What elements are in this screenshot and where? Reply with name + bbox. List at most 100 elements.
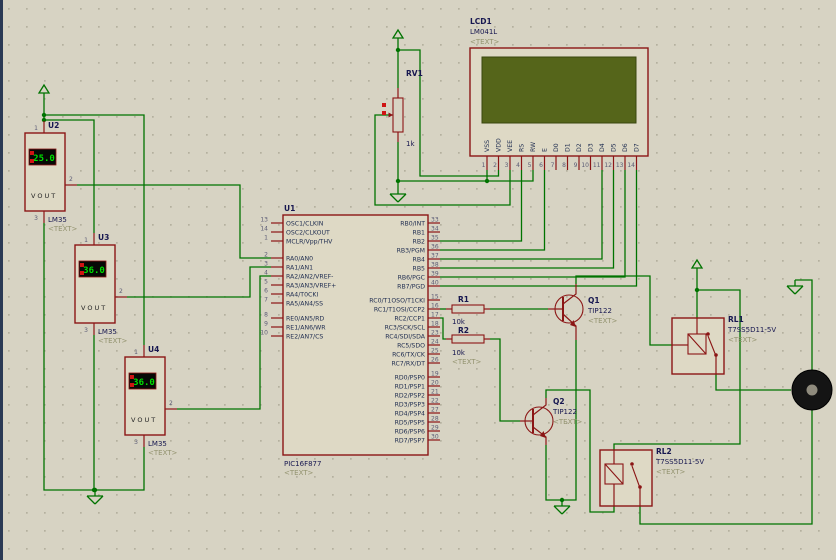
pin-number: 9: [264, 321, 268, 328]
pin-name: VDD: [496, 138, 503, 152]
part-text-placeholder: <TEXT>: [98, 337, 128, 345]
pin-number: 5: [264, 279, 268, 286]
schematic-canvas[interactable]: 25.0 VOUT U2 LM35 <TEXT> 1 2 3 36.0 VOUT…: [0, 0, 836, 560]
part-text-placeholder: <TEXT>: [452, 358, 482, 366]
pin-name: RC1/T1OSI/CCP2: [374, 306, 425, 313]
pin-name: RB4: [413, 256, 426, 263]
part-text-placeholder: <TEXT>: [728, 336, 758, 344]
part-reference: R1: [458, 295, 469, 304]
decrease-button[interactable]: [80, 271, 84, 275]
pin-name: RD6/PSP6: [395, 428, 425, 435]
pin-name: RD5/PSP5: [395, 419, 425, 426]
pin-number: 23: [431, 330, 439, 337]
contact-dot: [638, 485, 642, 489]
part-value: T7SS5D11-5V: [655, 458, 704, 466]
contact-dot: [630, 462, 634, 466]
pin-name: RE1/AN6/WR: [286, 324, 326, 331]
pin-name: RD0/PSP0: [395, 374, 425, 381]
pin-number: 25: [431, 348, 439, 355]
mcu-u1[interactable]: U1 PIC16F877 <TEXT> 13OSC1/CLKIN14OSC2/C…: [260, 204, 440, 477]
vout-label: VOUT: [81, 304, 107, 312]
pin-number: 34: [431, 226, 439, 233]
pin-number: 30: [431, 434, 439, 441]
pin-number: 40: [431, 280, 439, 287]
pin-number: 2: [69, 176, 73, 183]
decrease-button[interactable]: [382, 111, 386, 115]
pin-name: RB1: [413, 229, 426, 236]
pin-number: 37: [431, 253, 439, 260]
pin-number: 27: [431, 407, 439, 414]
pin-number: 12: [604, 162, 612, 169]
pin-name: RA3/AN3/VREF+: [286, 282, 336, 289]
pin-number: 24: [431, 339, 439, 346]
contact-dot: [706, 332, 710, 336]
pin-name: RA0/AN0: [286, 255, 313, 262]
decrease-button[interactable]: [30, 159, 34, 163]
pin-name: RS: [519, 144, 526, 152]
pin-number: 36: [431, 244, 439, 251]
pin-number: 10: [260, 330, 268, 337]
wire-junction: [484, 178, 490, 184]
increase-button[interactable]: [382, 103, 386, 107]
increase-button[interactable]: [80, 263, 84, 267]
pin-name: D4: [599, 143, 606, 152]
pin-number: 14: [260, 226, 268, 233]
pin-number: 19: [431, 371, 439, 378]
pin-number: 3: [84, 327, 88, 334]
part-text-placeholder: <TEXT>: [48, 225, 78, 233]
pin-name: RA2/AN2/VREF-: [286, 273, 333, 280]
pin-name: D5: [611, 143, 618, 152]
pin-name: OSC2/CLKOUT: [286, 229, 330, 236]
part-value: 10k: [452, 349, 466, 357]
decrease-button[interactable]: [130, 383, 134, 387]
pin-number: 17: [431, 312, 439, 319]
pin-number: 2: [264, 252, 268, 259]
pin-name: RB0/INT: [400, 220, 425, 227]
part-reference: RL1: [728, 315, 744, 324]
pin-name: RC7/RX/DT: [392, 360, 426, 367]
pin-number: 6: [539, 162, 543, 169]
sensor-reading: 36.0: [133, 378, 155, 388]
pin-number: 1: [264, 235, 268, 242]
pin-number: 35: [431, 235, 439, 242]
motor[interactable]: [791, 369, 833, 411]
part-reference: R2: [458, 326, 469, 335]
part-text-placeholder: <TEXT>: [470, 38, 500, 46]
pin-name: RA5/AN4/SS: [286, 300, 323, 307]
pin-name: RA4/T0CKI: [286, 291, 318, 298]
part-value: LM041L: [470, 28, 497, 36]
pin-name: RB2: [413, 238, 426, 245]
part-reference: U1: [284, 204, 295, 213]
pin-name: RB5: [413, 265, 426, 272]
motor-shaft-hole: [806, 384, 818, 396]
sensor-reading: 25.0: [33, 154, 55, 164]
part-value: LM35: [48, 216, 67, 224]
pin-number: 1: [482, 162, 486, 169]
wire-junction: [694, 287, 700, 293]
pin-number: 4: [264, 270, 268, 277]
increase-button[interactable]: [130, 375, 134, 379]
pin-number: 10: [581, 162, 589, 169]
pin-name: RD2/PSP2: [395, 392, 425, 399]
pin-number: 4: [516, 162, 520, 169]
part-reference: Q2: [553, 397, 565, 406]
pin-number: 33: [431, 217, 439, 224]
pin-name: D3: [588, 143, 595, 152]
pin-number: 1: [34, 125, 38, 132]
vout-label: VOUT: [131, 416, 157, 424]
part-text-placeholder: <TEXT>: [148, 449, 178, 457]
increase-button[interactable]: [30, 151, 34, 155]
vout-label: VOUT: [31, 192, 57, 200]
pin-name: VSS: [484, 140, 491, 152]
sensor-reading: 36.0: [83, 266, 105, 276]
pin-name: VEE: [507, 140, 514, 152]
relay-body[interactable]: [599, 449, 653, 507]
pin-name: RC4/SDI/SDA: [385, 333, 426, 340]
pin-name: RB3/PGM: [397, 247, 425, 254]
part-text-placeholder: <TEXT>: [553, 418, 583, 426]
pin-number: 21: [431, 389, 439, 396]
part-value: TIP122: [587, 307, 612, 315]
pin-number: 2: [169, 400, 173, 407]
pin-name: RC0/T1OSO/T1CKI: [369, 297, 425, 304]
pin-number: 3: [34, 215, 38, 222]
